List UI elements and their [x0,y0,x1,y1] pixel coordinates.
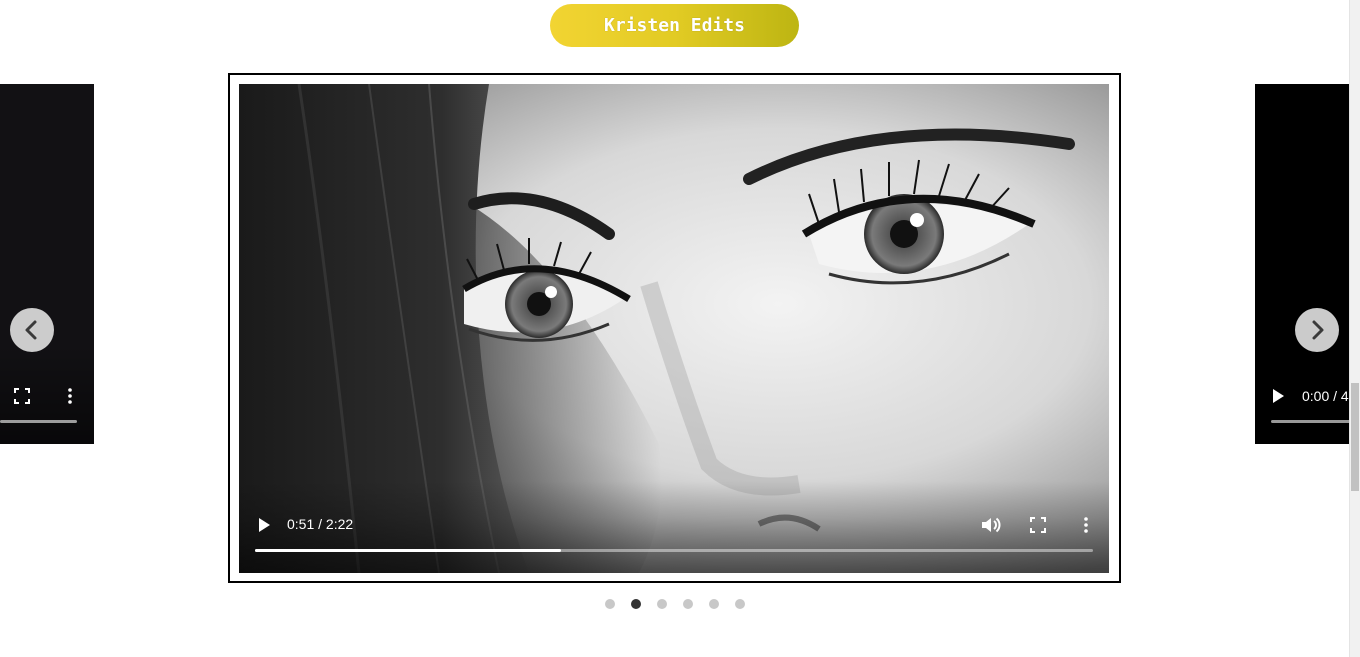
carousel-dot[interactable] [631,599,641,609]
next-video-progress[interactable] [1271,420,1349,423]
more-vertical-icon[interactable] [60,386,80,406]
volume-icon[interactable] [979,514,1001,536]
carousel-dot[interactable] [709,599,719,609]
chevron-left-icon [25,320,37,340]
scrollbar-thumb[interactable] [1351,383,1359,491]
previous-video-progress[interactable] [0,420,77,423]
previous-slide-video[interactable] [0,84,94,444]
kristen-edits-button[interactable]: Kristen Edits [550,4,799,47]
next-slide-button[interactable] [1295,308,1339,352]
fullscreen-icon[interactable] [1028,515,1048,535]
fullscreen-icon[interactable] [12,386,32,406]
next-video-time: 0:00 / 4 [1302,388,1349,404]
main-video-progress-fill [255,549,561,552]
play-icon[interactable] [1269,386,1287,406]
main-video-player[interactable]: 0:51 / 2:22 [239,84,1109,573]
carousel-dot[interactable] [735,599,745,609]
more-vertical-icon[interactable] [1076,515,1096,535]
prev-slide-button[interactable] [10,308,54,352]
carousel-dot[interactable] [657,599,667,609]
carousel-indicators [605,599,745,609]
carousel-dot[interactable] [683,599,693,609]
main-video-time: 0:51 / 2:22 [287,516,354,532]
chevron-right-icon [1312,320,1324,340]
next-slide-video[interactable]: 0:00 / 4 [1255,84,1349,444]
main-video-progress[interactable] [255,549,1093,552]
page-scrollbar[interactable] [1349,0,1360,657]
play-icon[interactable] [255,515,273,535]
carousel-dot[interactable] [605,599,615,609]
